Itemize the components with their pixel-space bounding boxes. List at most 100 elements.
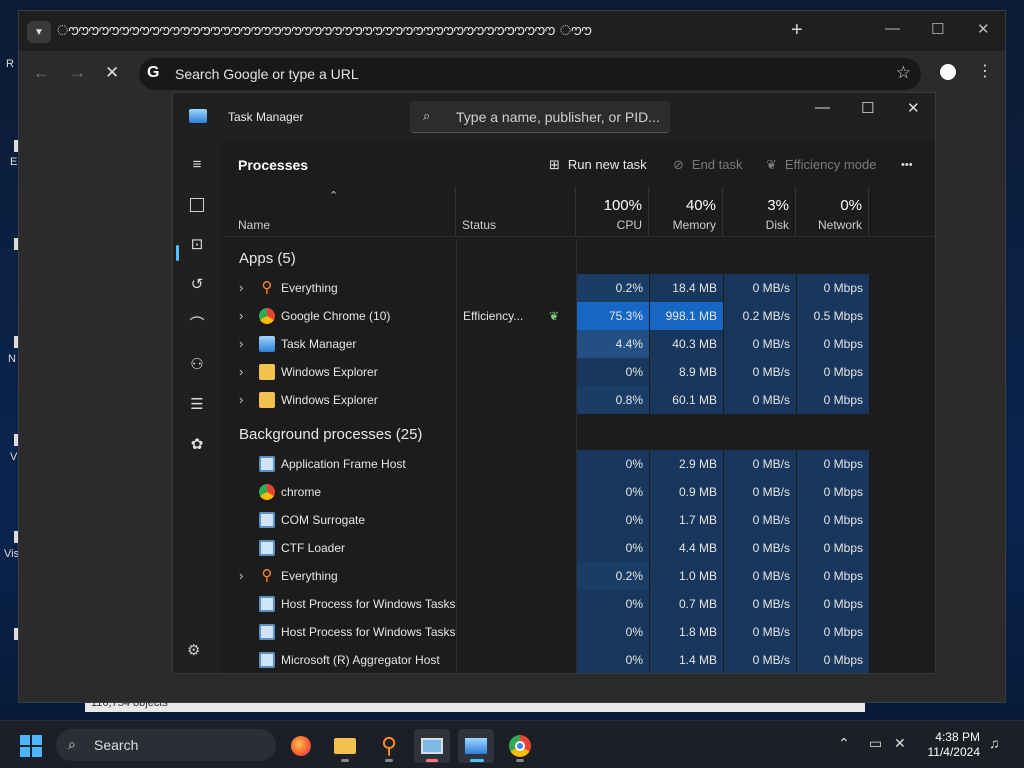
app-window-icon [259,512,275,528]
new-tab-button[interactable]: + [791,19,803,42]
chrome-taskbar-icon[interactable] [502,729,538,763]
process-row[interactable]: › ⚲ Everything 0.2% 18.4 MB 0 MB/s 0 Mbps [221,274,921,302]
process-row[interactable]: Host Process for Windows Tasks 0% 0.7 MB 0 … [221,590,921,618]
minimize-icon[interactable]: — [885,20,900,37]
memory-value: 60.1 MB [650,386,723,414]
expand-chevron-icon[interactable]: › [239,562,251,590]
disk-value: 0 MB/s [724,590,796,618]
system-clock[interactable]: 4:38 PM 11/4/2024 [920,730,981,760]
stop-loading-icon[interactable]: ✕ [105,63,119,83]
desktop-icon-label[interactable]: E [10,156,17,168]
close-icon[interactable]: ✕ [977,20,990,38]
taskbar-search[interactable]: ⌕ Search [56,729,276,761]
process-row[interactable]: › ⚲ Everything 0.2% 1.0 MB 0 MB/s 0 Mbps [221,562,921,590]
file-explorer-icon[interactable] [327,729,363,763]
settings-gear-icon[interactable]: ⚙ [187,641,200,659]
desktop-icon-label[interactable]: R [6,58,14,70]
folder-icon [259,392,275,408]
processes-icon[interactable] [190,198,204,212]
maximize-icon[interactable]: ☐ [931,20,944,38]
run-new-task-button[interactable]: ⊞ Run new task [549,157,647,173]
process-row[interactable]: CTF Loader 0% 4.4 MB 0 MB/s 0 Mbps [221,534,921,562]
process-row[interactable]: › Windows Explorer 0% 8.9 MB 0 MB/s 0 Mbps [221,358,921,386]
chevron-down-icon: ▼ [34,26,44,38]
process-row[interactable]: Host Process for Windows Tasks 0% 1.8 MB 0 … [221,618,921,646]
disk-column-header[interactable]: 3% Disk [723,187,796,237]
expand-chevron-icon[interactable]: › [239,386,251,414]
memory-value: 18.4 MB [650,274,723,302]
address-bar[interactable]: G Search Google or type a URL ☆ [139,58,921,90]
chrome-logo [509,735,531,757]
more-options-button[interactable]: ••• [901,159,913,171]
name-column-header[interactable]: ⌃ Name [221,187,456,237]
window-title: Task Manager [228,110,304,124]
process-row[interactable]: COM Surrogate 0% 1.7 MB 0 MB/s 0 Mbps [221,506,921,534]
network-icon[interactable]: ▭ [869,735,882,752]
desktop-icon-label[interactable]: Vis [4,548,19,560]
disk-header-label: Disk [765,218,789,232]
bookmark-star-icon[interactable]: ☆ [896,63,911,83]
back-icon[interactable]: ← [33,63,50,83]
cpu-column-header[interactable]: 100% CPU [576,187,649,237]
details-icon[interactable]: ☰ [187,395,207,415]
desktop-icon-label[interactable]: V [10,451,17,463]
tab-search-button[interactable]: ▼ [27,21,51,43]
end-task-icon: ⊘ [673,157,684,172]
expand-chevron-icon[interactable]: › [239,330,251,358]
process-search-input[interactable]: ⌕ Type a name, publisher, or PID... [410,101,670,133]
process-name: Everything [281,569,338,583]
process-row[interactable]: Microsoft (R) Aggregator Host 0% 1.4 MB 0 M… [221,646,921,673]
firefox-logo [291,736,311,756]
start-button[interactable] [20,735,42,757]
task-manager-titlebar[interactable]: Task Manager ⌕ Type a name, publisher, o… [173,93,935,141]
network-value: 0 Mbps [797,330,869,358]
disk-value: 0 MB/s [724,274,796,302]
hamburger-menu-icon[interactable]: ≡ [187,155,207,175]
memory-total: 40% [685,197,716,214]
process-name: Microsoft (R) Aggregator Host [281,653,440,667]
profile-icon[interactable] [940,64,956,80]
running-indicator [385,759,393,762]
everything-search-icon[interactable]: ⚲ [371,729,407,763]
browser-menu-icon[interactable]: ⋮ [977,61,993,81]
expand-chevron-icon[interactable]: › [239,274,251,302]
memory-value: 0.7 MB [650,590,723,618]
efficiency-mode-button[interactable]: ❦ Efficiency mode [766,157,876,173]
running-indicator [516,759,524,762]
browser-toolbar: ← → ✕ G Search Google or type a URL ☆ ⋮ [19,51,1005,95]
memory-value: 1.4 MB [650,646,723,673]
firefox-icon[interactable] [283,729,319,763]
maximize-icon[interactable]: ☐ [861,99,874,117]
expand-chevron-icon[interactable]: › [239,358,251,386]
end-task-button[interactable]: ⊘ End task [673,157,743,173]
group-header[interactable]: Background processes (25) [221,414,921,450]
show-hidden-icons-chevron-icon[interactable]: ⌃ [838,735,850,752]
cpu-value: 0.2% [577,274,649,302]
volume-muted-icon[interactable]: ✕ [894,735,906,752]
forward-icon[interactable]: → [69,63,86,83]
process-row[interactable]: › Google Chrome (10) Efficiency... ❦ 75.3% 99… [221,302,921,330]
startup-apps-icon[interactable]: ⌒ [187,315,207,335]
efficiency-leaf-icon: ❦ [549,309,560,323]
process-row[interactable]: Application Frame Host 0% 2.9 MB 0 MB/s 0 Mb… [221,450,921,478]
task-manager-taskbar-icon[interactable] [458,729,494,763]
network-column-header[interactable]: 0% Network [796,187,869,237]
users-icon[interactable]: ⚇ [187,355,207,375]
process-row[interactable]: › Windows Explorer 0.8% 60.1 MB 0 MB/s 0 Mbps [221,386,921,414]
status-column-header[interactable]: Status [456,187,576,237]
expand-chevron-icon[interactable]: › [239,302,251,330]
minimize-icon[interactable]: — [815,99,830,116]
close-icon[interactable]: ✕ [907,99,920,117]
memory-column-header[interactable]: 40% Memory [649,187,723,237]
process-row[interactable]: chrome 0% 0.9 MB 0 MB/s 0 Mbps [221,478,921,506]
running-indicator [470,759,484,762]
group-header[interactable]: Apps (5) [221,238,921,274]
notification-bell-icon[interactable]: ♫ [989,735,1000,751]
services-icon[interactable]: ✿ [187,435,207,455]
desktop-icon-label[interactable]: N [8,353,16,365]
active-tab[interactable]: ൗൗൗൗൗൗൗൗൗൗൗൗൗൗൗൗൗൗൗൗൗൗൗൗൗൗൗൗൗൗൗൗൗൗൗൗൗൗൗൗ… [57,22,757,39]
process-row[interactable]: › Task Manager 4.4% 40.3 MB 0 MB/s 0 Mbps [221,330,921,358]
remote-desktop-icon[interactable] [414,729,450,763]
app-history-icon[interactable]: ↺ [187,275,207,295]
performance-icon[interactable]: ⊡ [187,235,207,255]
